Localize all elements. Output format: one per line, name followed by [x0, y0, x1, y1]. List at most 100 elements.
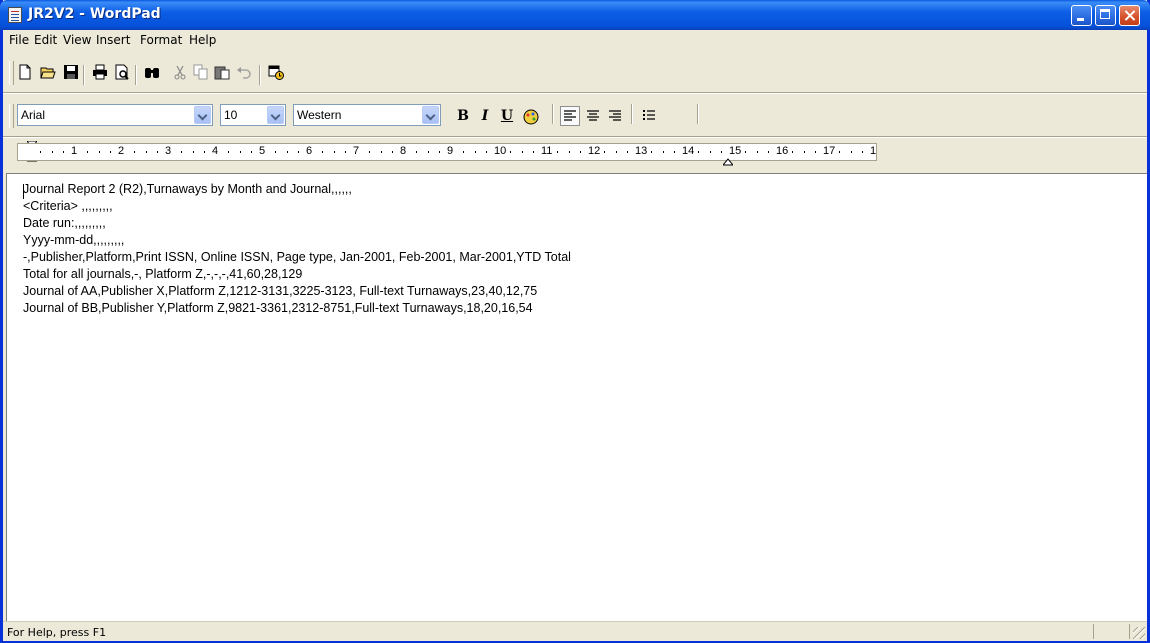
document-line[interactable]: Journal of AA,Publisher X,Platform Z,121… [23, 284, 537, 298]
find-icon[interactable] [144, 64, 160, 80]
undo-icon[interactable] [236, 64, 252, 80]
chevron-down-icon[interactable] [194, 106, 211, 124]
ruler-tick [321, 151, 323, 153]
chevron-down-icon[interactable] [267, 106, 284, 124]
print-icon[interactable] [92, 64, 108, 80]
ruler-tick [815, 151, 817, 153]
ruler-tick [650, 151, 652, 153]
menu-file[interactable]: File [9, 33, 29, 47]
ruler[interactable]: 123456789101112131415161718 [17, 143, 877, 161]
title-bar[interactable]: JR2V2 - WordPad [0, 0, 1150, 30]
formatbar-divider [3, 136, 1147, 138]
menu-bar: File Edit View Insert Format Help [3, 30, 1147, 50]
ruler-tick [286, 151, 288, 153]
toolbar-separator [83, 65, 85, 85]
menu-view[interactable]: View [63, 33, 91, 47]
toolbar-separator [259, 65, 261, 85]
toolbar-grip[interactable] [9, 61, 14, 85]
ruler-tick [462, 151, 464, 153]
wordpad-doc-icon[interactable] [8, 7, 22, 23]
ruler-tick [192, 151, 194, 153]
print-preview-icon[interactable] [114, 64, 130, 80]
ruler-number: 11 [541, 145, 553, 157]
ruler-tick [180, 151, 182, 153]
ruler-tick [791, 151, 793, 153]
align-center-icon[interactable] [583, 106, 603, 126]
window-title: JR2V2 - WordPad [28, 6, 161, 22]
maximize-button[interactable] [1095, 5, 1116, 26]
ruler-tick [474, 151, 476, 153]
italic-button[interactable]: I [475, 106, 495, 126]
ruler-number: 4 [212, 145, 219, 157]
font-size-combo[interactable]: 10 [220, 104, 286, 126]
ruler-tick [86, 151, 88, 153]
resize-grip-icon[interactable] [1133, 627, 1145, 639]
cut-icon[interactable] [172, 64, 188, 80]
close-button[interactable] [1119, 5, 1140, 26]
document-line[interactable]: Date run:,,,,,,,,, [23, 216, 106, 230]
document-area[interactable]: Journal Report 2 (R2),Turnaways by Month… [6, 173, 1147, 621]
chevron-down-icon[interactable] [422, 106, 439, 124]
ruler-tick [427, 151, 429, 153]
status-bar: For Help, press F1 [3, 621, 1147, 641]
ruler-tick [227, 151, 229, 153]
ruler-tick [850, 151, 852, 153]
ruler-tick [568, 151, 570, 153]
toolbar-divider [3, 92, 1147, 94]
menu-edit[interactable]: Edit [34, 33, 57, 47]
open-folder-icon[interactable] [40, 64, 56, 80]
ruler-tick [580, 151, 582, 153]
status-pane [1129, 624, 1130, 639]
ruler-number: 9 [447, 145, 454, 157]
bold-button[interactable]: B [453, 106, 473, 126]
minimize-button[interactable] [1071, 5, 1092, 26]
ruler-tick [509, 151, 511, 153]
ruler-number: 1 [71, 145, 78, 157]
script-value: Western [297, 108, 342, 122]
ruler-number: 2 [118, 145, 125, 157]
right-indent-marker[interactable] [723, 149, 733, 171]
document-line[interactable]: Total for all journals,-, Platform Z,-,-… [23, 267, 302, 281]
menu-insert[interactable]: Insert [96, 33, 130, 47]
ruler-number: 17 [823, 145, 836, 157]
ruler-tick [756, 151, 758, 153]
menu-format[interactable]: Format [140, 33, 182, 47]
ruler-number: 16 [776, 145, 789, 157]
copy-icon[interactable] [193, 64, 209, 80]
script-combo[interactable]: Western [293, 104, 441, 126]
ruler-tick [368, 151, 370, 153]
document-line[interactable]: -,Publisher,Platform,Print ISSN, Online … [23, 250, 571, 264]
ruler-number: 7 [353, 145, 360, 157]
document-line[interactable]: Journal of BB,Publisher Y,Platform Z,982… [23, 301, 533, 315]
ruler-tick [521, 151, 523, 153]
ruler-tick [768, 151, 770, 153]
ruler-tick [110, 151, 112, 153]
paste-icon[interactable] [214, 64, 230, 80]
new-document-icon[interactable] [17, 64, 33, 80]
document-line[interactable]: <Criteria> ,,,,,,,,, [23, 199, 113, 213]
formatbar-grip[interactable] [9, 104, 14, 128]
document-line[interactable]: Yyyy-mm-dd,,,,,,,,, [23, 233, 124, 247]
formatbar-separator [552, 104, 554, 124]
ruler-tick [603, 151, 605, 153]
ruler-tick [98, 151, 100, 153]
menu-help[interactable]: Help [189, 33, 216, 47]
ruler-tick [533, 151, 535, 153]
ruler-tick [133, 151, 135, 153]
align-right-icon[interactable] [605, 106, 625, 126]
ruler-number: 8 [400, 145, 407, 157]
underline-button[interactable]: U [497, 106, 517, 126]
document-line[interactable]: Journal Report 2 (R2),Turnaways by Month… [23, 182, 352, 196]
bullets-icon[interactable] [639, 106, 659, 126]
standard-toolbar [3, 53, 1147, 92]
ruler-number: 10 [494, 145, 507, 157]
font-name-combo[interactable]: Arial [17, 104, 213, 126]
ruler-tick [239, 151, 241, 153]
ruler-tick [380, 151, 382, 153]
insert-datetime-icon[interactable] [268, 64, 284, 80]
align-left-icon[interactable] [560, 106, 580, 126]
save-icon[interactable] [63, 64, 79, 80]
ruler-number: 5 [259, 145, 266, 157]
ruler-tick [862, 151, 864, 153]
font-color-icon[interactable] [522, 108, 540, 126]
